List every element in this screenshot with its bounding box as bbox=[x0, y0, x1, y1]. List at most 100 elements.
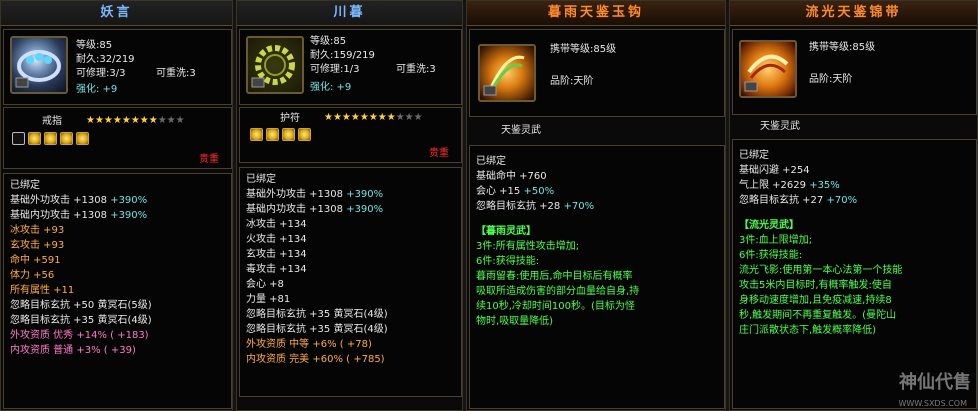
aptitude-stat: 外攻资质 中等 +6% ( +78) bbox=[246, 339, 372, 350]
hook-weapon-icon[interactable] bbox=[478, 44, 536, 102]
stat-line: 忽略目标玄抗 +27 +70% bbox=[739, 195, 858, 206]
aptitude-stat: 内攻资质 完美 +60% ( +785) bbox=[246, 354, 385, 365]
item-level: 等级:85 bbox=[76, 40, 113, 51]
gem-socket-icon bbox=[44, 132, 57, 145]
set-bonus-line: 3件:血上限增加; bbox=[739, 235, 813, 246]
item-quality: 贵重 bbox=[429, 148, 449, 159]
ring-icon[interactable] bbox=[10, 36, 68, 94]
item-rewash: 可重洗:3 bbox=[396, 64, 436, 75]
extra-stat: 会心 +8 bbox=[246, 279, 284, 290]
item-type-box: 护符 ★★★★★★★★★★★ 贵重 bbox=[239, 107, 462, 163]
item-repair: 可修理:1/3 bbox=[310, 64, 360, 75]
amulet-icon[interactable] bbox=[246, 36, 304, 94]
stat-line: 基础内功攻击 +1308 +390% bbox=[10, 210, 148, 221]
set-bonus-line: 流光飞影:使用第一本心法第一个技能 bbox=[739, 265, 903, 276]
star-rating: ★★★★★★★★★★★ bbox=[324, 112, 423, 123]
tooltip-compare-view: 妖言 等级:85 耐久:32/219 可修理:3/3 可重洗:3 强化: +9 … bbox=[0, 0, 978, 411]
set-bonus-line: 6件:获得技能: bbox=[739, 250, 803, 261]
empty-socket-icon bbox=[12, 132, 25, 145]
carry-level: 携带等级:85级 bbox=[550, 44, 617, 55]
set-bonus-title: 【流光灵武】 bbox=[739, 220, 799, 231]
item-tooltip-3: 暮雨天鉴玉钩 携带等级:85级 品阶:天阶 天鉴灵武 已绑定 基础命中 +760… bbox=[466, 0, 726, 411]
item-grade: 品阶:天阶 bbox=[809, 74, 853, 85]
item-name: 川暮 bbox=[237, 1, 462, 26]
item-type-box: 戒指 ★★★★★★★★★★★ 贵重 bbox=[3, 107, 232, 169]
stat-line: 基础外功攻击 +1308 +390% bbox=[246, 189, 384, 200]
item-tooltip-1: 妖言 等级:85 耐久:32/219 可修理:3/3 可重洗:3 强化: +9 … bbox=[0, 0, 233, 411]
set-bonus-line: 3件:所有属性攻击增加; bbox=[476, 241, 580, 252]
item-repair: 可修理:3/3 bbox=[76, 68, 126, 79]
carry-level: 携带等级:85级 bbox=[809, 42, 876, 53]
gem-stat: 忽略目标玄抗 +50 黄冥石(5级) bbox=[10, 300, 152, 311]
gem-socket-icon bbox=[282, 128, 295, 141]
bound-status: 已绑定 bbox=[10, 180, 40, 191]
watermark-logo: 神仙代售 bbox=[899, 372, 971, 393]
extra-stat: 命中 +591 bbox=[10, 255, 61, 266]
item-header-box: 等级:85 耐久:159/219 可修理:1/3 可重洗:3 强化: +9 bbox=[239, 29, 462, 105]
item-enhance: 强化: +9 bbox=[310, 82, 352, 93]
bound-status: 已绑定 bbox=[246, 174, 276, 185]
item-type: 戒指 bbox=[42, 116, 62, 127]
gem-stat: 忽略目标玄抗 +35 黄冥石(4级) bbox=[10, 315, 152, 326]
stat-line: 气上限 +2629 +35% bbox=[739, 180, 840, 191]
item-type: 护符 bbox=[280, 113, 300, 124]
item-stats-box: 已绑定 基础外功攻击 +1308 +390% 基础内功攻击 +1308 +390… bbox=[3, 173, 232, 409]
star-rating: ★★★★★★★★★★★ bbox=[86, 115, 185, 126]
aptitude-stat: 内攻资质 普通 +3% ( +39) bbox=[10, 345, 136, 356]
item-rewash: 可重洗:3 bbox=[156, 68, 196, 79]
set-bonus-line: 续10秒,冷却时间100秒。(目标为怪 bbox=[476, 301, 635, 312]
item-name: 妖言 bbox=[1, 1, 232, 26]
item-tooltip-4: 流光天鉴锦带 携带等级:85级 品阶:天阶 天鉴灵武 已绑定 基础闪避 +254… bbox=[729, 0, 978, 411]
set-bonus-line: 物时,吸取量降低) bbox=[476, 316, 554, 327]
gem-socket-icon bbox=[298, 128, 311, 141]
extra-stat: 冰攻击 +134 bbox=[246, 219, 307, 230]
item-durability: 耐久:32/219 bbox=[76, 54, 135, 65]
gem-socket-icon bbox=[28, 132, 41, 145]
set-bonus-line: 秒,触发期间不再重复触发。(曼陀山 bbox=[739, 310, 897, 321]
stat-line: 基础外功攻击 +1308 +390% bbox=[10, 195, 148, 206]
set-bonus-title: 【暮雨灵武】 bbox=[476, 226, 536, 237]
watermark-url: WWW.SXDS.COM bbox=[898, 399, 967, 408]
set-bonus-line: 攻击5米内目标时,有概率触发:使自 bbox=[739, 280, 892, 291]
gem-stat: 忽略目标玄抗 +35 黄冥石(4级) bbox=[246, 309, 388, 320]
set-bonus-line: 6件:获得技能: bbox=[476, 256, 540, 267]
extra-stat: 力量 +81 bbox=[246, 294, 291, 305]
gem-stat: 忽略目标玄抗 +35 黄冥石(4级) bbox=[246, 324, 388, 335]
gem-socket-icon bbox=[60, 132, 73, 145]
stat-line: 基础内功攻击 +1308 +390% bbox=[246, 204, 384, 215]
aptitude-stat: 外攻资质 优秀 +14% ( +183) bbox=[10, 330, 149, 341]
extra-stat: 冰攻击 +93 bbox=[10, 225, 65, 236]
gem-socket-icon bbox=[266, 128, 279, 141]
set-name: 天鉴灵武 bbox=[760, 121, 800, 132]
set-bonus-line: 庄门派散状态下,触发概率降低) bbox=[739, 325, 877, 336]
item-grade: 品阶:天阶 bbox=[550, 76, 594, 87]
item-name: 暮雨天鉴玉钩 bbox=[467, 1, 725, 26]
extra-stat: 玄攻击 +93 bbox=[10, 240, 65, 251]
item-header-box: 携带等级:85级 品阶:天阶 bbox=[732, 29, 977, 115]
item-durability: 耐久:159/219 bbox=[310, 50, 375, 61]
extra-stat: 体力 +56 bbox=[10, 270, 55, 281]
item-enhance: 强化: +9 bbox=[76, 84, 118, 95]
gem-socket-icon bbox=[250, 128, 263, 141]
stat-line: 基础命中 +760 bbox=[476, 171, 547, 182]
socket-row bbox=[12, 132, 92, 145]
item-header-box: 携带等级:85级 品阶:天阶 bbox=[469, 29, 725, 117]
item-header-box: 等级:85 耐久:32/219 可修理:3/3 可重洗:3 强化: +9 bbox=[3, 29, 232, 105]
set-name: 天鉴灵武 bbox=[501, 125, 541, 136]
item-stats-box: 已绑定 基础命中 +760 会心 +15 +50% 忽略目标玄抗 +28 +70… bbox=[469, 145, 725, 409]
extra-stat: 火攻击 +134 bbox=[246, 234, 307, 245]
bound-status: 已绑定 bbox=[739, 150, 769, 161]
bound-status: 已绑定 bbox=[476, 156, 506, 167]
item-stats-box: 已绑定 基础外功攻击 +1308 +390% 基础内功攻击 +1308 +390… bbox=[239, 167, 462, 397]
belt-icon[interactable] bbox=[739, 40, 797, 98]
item-name: 流光天鉴锦带 bbox=[730, 1, 977, 26]
set-bonus-line: 暮雨留春:使用后,命中目标后有概率 bbox=[476, 271, 633, 282]
gem-socket-icon bbox=[76, 132, 89, 145]
item-level: 等级:85 bbox=[310, 36, 347, 47]
set-bonus-line: 吸取所造成伤害的部分血量给自身,持 bbox=[476, 286, 640, 297]
extra-stat: 毒攻击 +134 bbox=[246, 264, 307, 275]
set-bonus-line: 身移动速度增加,且免疫减速,持续8 bbox=[739, 295, 892, 306]
socket-row bbox=[250, 128, 314, 141]
stat-line: 会心 +15 +50% bbox=[476, 186, 555, 197]
stat-line: 忽略目标玄抗 +28 +70% bbox=[476, 201, 595, 212]
